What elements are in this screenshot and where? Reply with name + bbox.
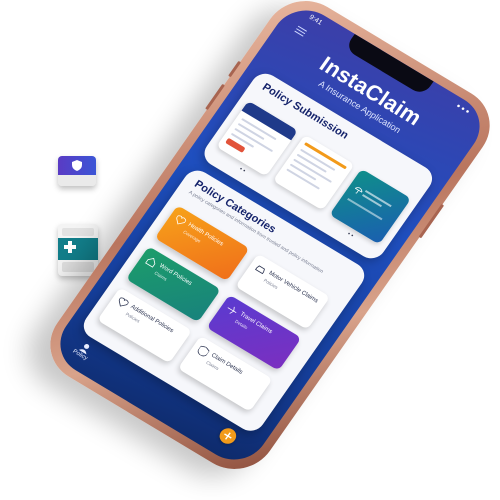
pager-dots: • • (237, 166, 247, 175)
shield-card (58, 156, 96, 186)
shield-icon (72, 160, 82, 171)
add-button[interactable] (216, 425, 240, 447)
status-time: 9:41 (307, 13, 324, 27)
tab-policy[interactable]: Policy (71, 340, 95, 362)
home-icon (145, 257, 156, 268)
plane-icon (227, 306, 237, 314)
heart-outline-icon (118, 297, 129, 307)
medical-card (58, 224, 98, 276)
pager-dots-2: • • (345, 231, 355, 240)
add-icon (224, 432, 232, 440)
medical-cross-icon (64, 241, 76, 253)
car-icon (255, 265, 265, 275)
shield-outline-icon (197, 345, 210, 357)
phone-mockup: 9:41 ● ● ● InstaClaim A Insurance Applic… (34, 0, 500, 484)
heart-icon (176, 215, 187, 225)
status-indicators: ● ● ● (454, 103, 471, 116)
